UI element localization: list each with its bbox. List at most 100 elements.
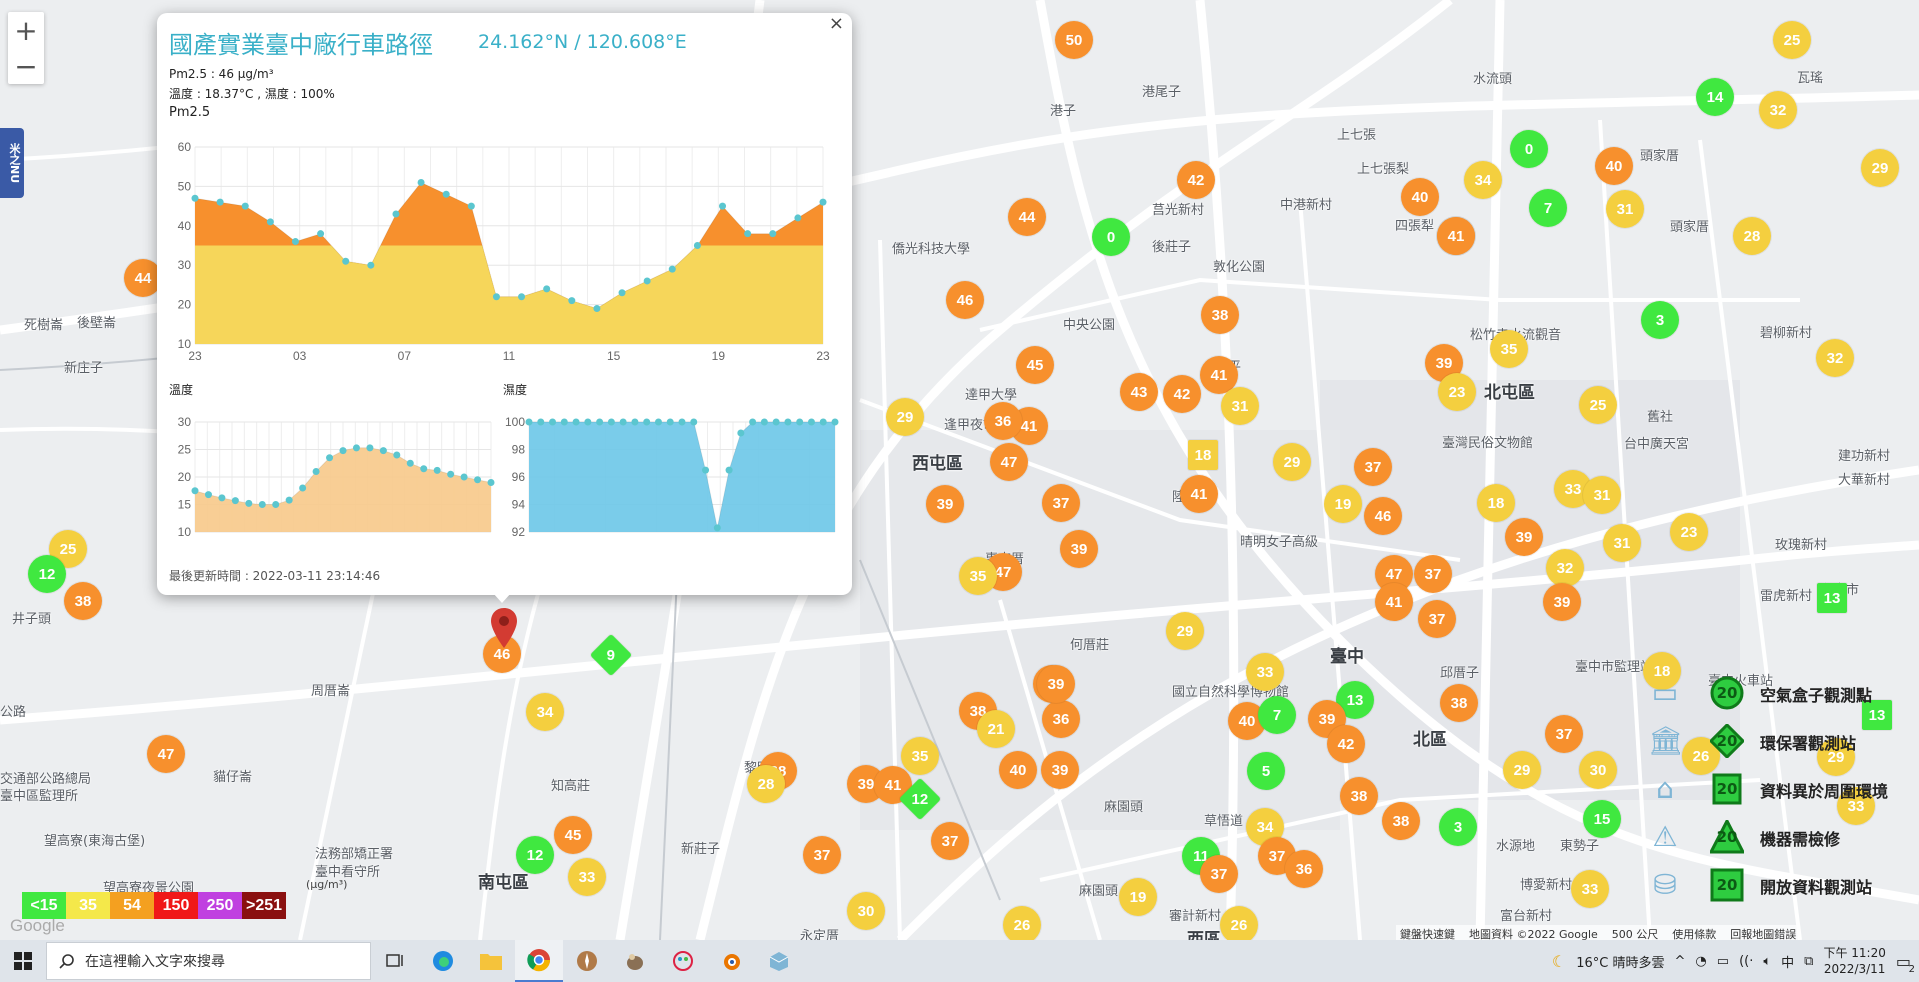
airbox-marker[interactable]: 39 (1505, 518, 1543, 556)
airbox-marker[interactable]: 38 (1440, 684, 1478, 722)
map-canvas[interactable]: 港尾子 港子 上七張 上七張梨 中港新村 後莊子 莒光新村 敦化公園 中央公園 四張犁 頭家厝 頭家厝… (0, 0, 1919, 940)
wifi-icon[interactable]: ((· (1739, 954, 1753, 969)
airbox-marker[interactable]: 39 (1037, 665, 1075, 703)
airbox-marker[interactable]: 47 (990, 443, 1028, 481)
airbox-marker[interactable]: 39 (1041, 751, 1079, 789)
airbox-marker[interactable]: 12 (28, 555, 66, 593)
airbox-marker[interactable]: 37 (1042, 484, 1080, 522)
airbox-marker[interactable]: 14 (1696, 78, 1734, 116)
airbox-marker[interactable]: 7 (1258, 696, 1296, 734)
airbox-marker[interactable]: 37 (1414, 555, 1452, 593)
airbox-marker[interactable]: 46 (946, 281, 984, 319)
airbox-marker[interactable]: 19 (1324, 485, 1362, 523)
airbox-marker[interactable]: 29 (1861, 149, 1899, 187)
airbox-marker[interactable]: 3 (1641, 301, 1679, 339)
airbox-marker[interactable]: 41 (1437, 217, 1475, 255)
airbox-marker[interactable]: 32 (1546, 549, 1584, 587)
airbox-marker[interactable]: 7 (1529, 189, 1567, 227)
airbox-marker[interactable]: 0 (1092, 218, 1130, 256)
airbox-marker[interactable]: 38 (1201, 296, 1239, 334)
blender-app-icon[interactable] (707, 940, 755, 982)
airbox-marker[interactable]: 32 (1759, 91, 1797, 129)
airbox-marker[interactable]: 33 (1571, 870, 1609, 908)
airbox-marker[interactable]: 37 (931, 822, 969, 860)
airbox-marker[interactable]: 36 (1285, 850, 1323, 888)
ime-mode-icon[interactable]: ⧉ (1804, 954, 1813, 969)
taskbar-clock[interactable]: 下午 11:20 2022/3/11 (1823, 945, 1885, 977)
airbox-marker[interactable]: 12 (516, 836, 554, 874)
chrome-browser-icon[interactable] (515, 940, 563, 982)
airbox-marker[interactable]: 38 (1382, 802, 1420, 840)
airbox-marker[interactable]: 37 (1418, 600, 1456, 638)
airbox-marker[interactable]: 29 (1503, 751, 1541, 789)
airbox-marker[interactable]: 45 (1016, 346, 1054, 384)
airbox-marker[interactable]: 39 (1543, 583, 1581, 621)
gimp-app-icon[interactable] (611, 940, 659, 982)
compass-app-icon[interactable] (563, 940, 611, 982)
ime-indicator[interactable]: 中 (1781, 952, 1794, 971)
airbox-marker[interactable]: 30 (847, 892, 885, 930)
storage-app-icon[interactable] (755, 940, 803, 982)
airbox-marker[interactable]: 32 (1816, 339, 1854, 377)
airbox-marker[interactable]: 23 (1670, 513, 1708, 551)
airbox-marker[interactable]: 31 (1606, 190, 1644, 228)
airbox-marker[interactable]: 21 (977, 710, 1015, 748)
airbox-marker[interactable]: 15 (1583, 800, 1621, 838)
airbox-marker[interactable]: 26 (1220, 906, 1258, 940)
airbox-marker[interactable]: 40 (1595, 147, 1633, 185)
airbox-marker[interactable]: 39 (1060, 530, 1098, 568)
airbox-marker[interactable]: 19 (1119, 878, 1157, 916)
airbox-marker[interactable]: 35 (901, 737, 939, 775)
airbox-marker[interactable]: 26 (1003, 906, 1041, 940)
terms-link[interactable]: 使用條款 (1672, 926, 1716, 940)
side-menu-tab[interactable]: 米之NU (0, 128, 24, 198)
file-explorer-icon[interactable] (467, 940, 515, 982)
airbox-marker[interactable]: 30 (1579, 751, 1617, 789)
airbox-marker[interactable]: 38 (1340, 777, 1378, 815)
airbox-marker[interactable]: 46 (1364, 497, 1402, 535)
airbox-marker[interactable]: 33 (1246, 653, 1284, 691)
airbox-marker[interactable]: 42 (1177, 161, 1215, 199)
airbox-marker[interactable]: 42 (1327, 725, 1365, 763)
network-icon[interactable]: ◔ (1695, 954, 1706, 969)
airbox-marker[interactable]: 38 (64, 582, 102, 620)
airbox-marker[interactable]: 45 (554, 816, 592, 854)
weather-status[interactable]: 16°C 晴時多雲 (1576, 952, 1664, 971)
zoom-in-button[interactable]: + (8, 12, 44, 48)
airbox-marker[interactable]: 23 (1438, 373, 1476, 411)
open-data-station-marker[interactable]: 13 (1817, 583, 1847, 613)
airbox-marker[interactable]: 34 (526, 693, 564, 731)
airbox-marker[interactable]: 31 (1221, 387, 1259, 425)
paint-app-icon[interactable] (659, 940, 707, 982)
airbox-marker[interactable]: 29 (1273, 443, 1311, 481)
airbox-marker[interactable]: 40 (1401, 178, 1439, 216)
airbox-marker[interactable]: 37 (1200, 855, 1238, 893)
battery-icon[interactable]: ▭ (1717, 954, 1729, 969)
airbox-marker[interactable]: 36 (1042, 700, 1080, 738)
airbox-marker[interactable]: 50 (1055, 21, 1093, 59)
report-error-link[interactable]: 回報地圖錯誤 (1730, 926, 1796, 940)
airbox-marker[interactable]: 18 (1477, 484, 1515, 522)
popup-close-button[interactable]: × (829, 13, 844, 34)
airbox-marker[interactable]: 31 (1603, 524, 1641, 562)
airbox-marker[interactable]: 33 (568, 858, 606, 896)
airbox-marker[interactable]: 34 (1464, 161, 1502, 199)
airbox-marker[interactable]: 37 (803, 836, 841, 874)
taskbar-search-input[interactable]: 在這裡輸入文字來搜尋 (46, 942, 371, 980)
airbox-marker[interactable]: 39 (926, 485, 964, 523)
airbox-marker[interactable]: 47 (147, 735, 185, 773)
zoom-out-button[interactable]: − (8, 48, 44, 84)
airbox-marker[interactable]: 41 (1180, 475, 1218, 513)
airbox-marker[interactable]: 29 (1166, 612, 1204, 650)
airbox-marker[interactable]: 44 (1008, 198, 1046, 236)
airbox-marker[interactable]: 28 (747, 765, 785, 803)
airbox-marker[interactable]: 40 (999, 751, 1037, 789)
airbox-marker[interactable]: 25 (1773, 21, 1811, 59)
hidden-icons-chevron-up-icon[interactable]: ^ (1675, 954, 1686, 969)
airbox-marker[interactable]: 37 (1354, 448, 1392, 486)
airbox-marker[interactable]: 37 (1545, 715, 1583, 753)
airbox-marker[interactable]: 29 (886, 398, 924, 436)
map-scale[interactable]: 500 公尺 (1612, 926, 1659, 940)
airbox-marker[interactable]: 28 (1733, 217, 1771, 255)
volume-icon[interactable]: 🔈︎ (1763, 954, 1771, 969)
